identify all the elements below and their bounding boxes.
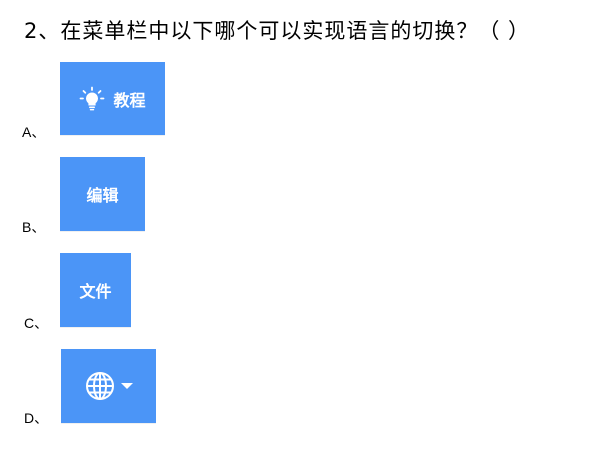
tutorial-button-label: 教程	[113, 90, 146, 110]
chevron-down-icon	[120, 381, 134, 391]
option-a-label: A、	[22, 124, 46, 140]
tutorial-button[interactable]: 教程	[60, 62, 165, 135]
globe-icon	[84, 370, 116, 402]
edit-button[interactable]: 编辑	[60, 157, 145, 231]
option-c-label: C、	[24, 315, 49, 331]
option-d-label: D、	[24, 410, 49, 426]
option-b-label: B、	[22, 219, 46, 235]
file-button-label: 文件	[79, 282, 112, 301]
language-button[interactable]	[61, 349, 156, 423]
lightbulb-icon	[79, 86, 105, 112]
edit-button-label: 编辑	[86, 186, 119, 205]
file-button[interactable]: 文件	[60, 253, 131, 327]
question-text: 2、在菜单栏中以下哪个可以实现语言的切换？（ ）	[24, 19, 531, 43]
